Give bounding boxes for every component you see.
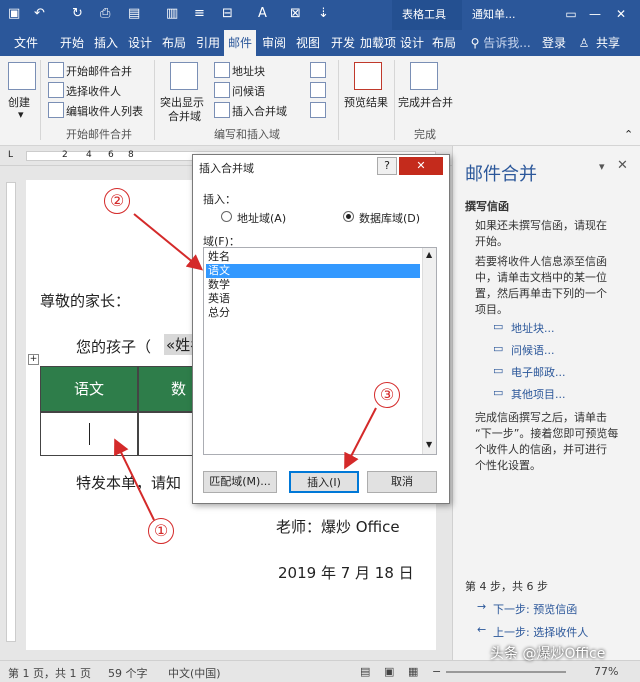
annotation-step-2: ② <box>104 188 130 214</box>
zoom-slider[interactable] <box>446 671 566 673</box>
web-layout-icon[interactable]: ▦ <box>408 665 418 678</box>
annotation-step-1: ① <box>148 518 174 544</box>
print-layout-icon[interactable]: ▣ <box>384 665 394 678</box>
word-count[interactable]: 59 个字 <box>108 665 148 681</box>
annotation-step-3: ③ <box>374 382 400 408</box>
arrow-to-cell <box>114 438 155 521</box>
zoom-level[interactable]: 77% <box>594 665 618 678</box>
zoom-out-icon[interactable]: − <box>432 665 441 678</box>
watermark: 头条 @爆炒Office <box>490 646 606 662</box>
annotation-arrows <box>114 213 377 521</box>
status-bar: 第 1 页，共 1 页 59 个字 中文(中国) ▤ ▣ ▦ − 77% 头条 … <box>0 646 640 682</box>
page-count[interactable]: 第 1 页，共 1 页 <box>8 665 91 681</box>
read-mode-icon[interactable]: ▤ <box>360 665 370 678</box>
language[interactable]: 中文(中国) <box>168 665 221 681</box>
arrow-to-field <box>133 213 204 271</box>
arrow-to-insert <box>344 407 377 470</box>
